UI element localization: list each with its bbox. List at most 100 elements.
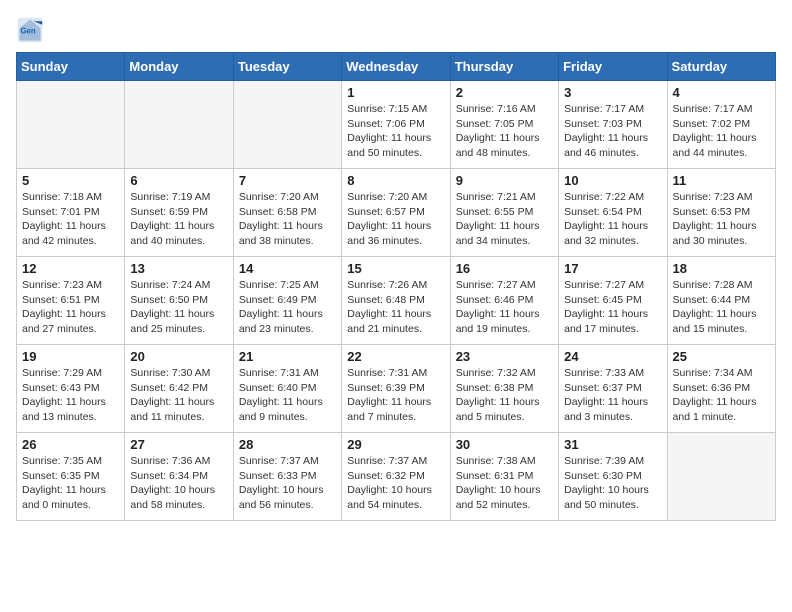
day-number: 14	[239, 261, 336, 276]
col-header-tuesday: Tuesday	[233, 53, 341, 81]
col-header-monday: Monday	[125, 53, 233, 81]
day-info: Sunrise: 7:31 AMSunset: 6:39 PMDaylight:…	[347, 366, 444, 425]
calendar-cell: 19 Sunrise: 7:29 AMSunset: 6:43 PMDayligh…	[17, 345, 125, 433]
calendar-cell	[233, 81, 341, 169]
day-info: Sunrise: 7:35 AMSunset: 6:35 PMDaylight:…	[22, 454, 119, 513]
col-header-sunday: Sunday	[17, 53, 125, 81]
page-header: Gen	[16, 16, 776, 44]
day-info: Sunrise: 7:21 AMSunset: 6:55 PMDaylight:…	[456, 190, 553, 249]
day-info: Sunrise: 7:39 AMSunset: 6:30 PMDaylight:…	[564, 454, 661, 513]
day-number: 24	[564, 349, 661, 364]
calendar-cell: 26 Sunrise: 7:35 AMSunset: 6:35 PMDayligh…	[17, 433, 125, 521]
day-number: 31	[564, 437, 661, 452]
day-info: Sunrise: 7:30 AMSunset: 6:42 PMDaylight:…	[130, 366, 227, 425]
calendar-cell: 28Sunrise: 7:37 AMSunset: 6:33 PMDayligh…	[233, 433, 341, 521]
day-info: Sunrise: 7:17 AMSunset: 7:02 PMDaylight:…	[673, 102, 770, 161]
day-number: 1	[347, 85, 444, 100]
day-number: 2	[456, 85, 553, 100]
day-info: Sunrise: 7:29 AMSunset: 6:43 PMDaylight:…	[22, 366, 119, 425]
day-number: 17	[564, 261, 661, 276]
day-info: Sunrise: 7:22 AMSunset: 6:54 PMDaylight:…	[564, 190, 661, 249]
calendar-cell: 4 Sunrise: 7:17 AMSunset: 7:02 PMDaylight…	[667, 81, 775, 169]
week-row: 12 Sunrise: 7:23 AMSunset: 6:51 PMDayligh…	[17, 257, 776, 345]
calendar-cell: 6 Sunrise: 7:19 AMSunset: 6:59 PMDaylight…	[125, 169, 233, 257]
calendar-cell: 21 Sunrise: 7:31 AMSunset: 6:40 PMDayligh…	[233, 345, 341, 433]
day-number: 7	[239, 173, 336, 188]
day-info: Sunrise: 7:38 AMSunset: 6:31 PMDaylight:…	[456, 454, 553, 513]
day-number: 10	[564, 173, 661, 188]
day-number: 9	[456, 173, 553, 188]
day-number: 26	[22, 437, 119, 452]
calendar-cell: 18 Sunrise: 7:28 AMSunset: 6:44 PMDayligh…	[667, 257, 775, 345]
calendar-cell: 25 Sunrise: 7:34 AMSunset: 6:36 PMDayligh…	[667, 345, 775, 433]
calendar-cell: 7Sunrise: 7:20 AMSunset: 6:58 PMDaylight…	[233, 169, 341, 257]
day-number: 4	[673, 85, 770, 100]
calendar-cell: 13 Sunrise: 7:24 AMSunset: 6:50 PMDayligh…	[125, 257, 233, 345]
calendar-cell: 14 Sunrise: 7:25 AMSunset: 6:49 PMDayligh…	[233, 257, 341, 345]
day-info: Sunrise: 7:32 AMSunset: 6:38 PMDaylight:…	[456, 366, 553, 425]
day-number: 3	[564, 85, 661, 100]
calendar-cell: 2Sunrise: 7:16 AMSunset: 7:05 PMDaylight…	[450, 81, 558, 169]
calendar-cell: 9 Sunrise: 7:21 AMSunset: 6:55 PMDaylight…	[450, 169, 558, 257]
calendar-cell: 3 Sunrise: 7:17 AMSunset: 7:03 PMDaylight…	[559, 81, 667, 169]
day-info: Sunrise: 7:37 AMSunset: 6:33 PMDaylight:…	[239, 454, 336, 513]
calendar-cell: 1 Sunrise: 7:15 AMSunset: 7:06 PMDaylight…	[342, 81, 450, 169]
day-number: 18	[673, 261, 770, 276]
day-info: Sunrise: 7:25 AMSunset: 6:49 PMDaylight:…	[239, 278, 336, 337]
week-row: 5Sunrise: 7:18 AMSunset: 7:01 PMDaylight…	[17, 169, 776, 257]
calendar-cell	[125, 81, 233, 169]
calendar-table: SundayMondayTuesdayWednesdayThursdayFrid…	[16, 52, 776, 521]
day-info: Sunrise: 7:36 AMSunset: 6:34 PMDaylight:…	[130, 454, 227, 513]
day-number: 12	[22, 261, 119, 276]
day-number: 23	[456, 349, 553, 364]
calendar-cell: 31 Sunrise: 7:39 AMSunset: 6:30 PMDayligh…	[559, 433, 667, 521]
calendar-cell: 16 Sunrise: 7:27 AMSunset: 6:46 PMDayligh…	[450, 257, 558, 345]
calendar-cell: 29Sunrise: 7:37 AMSunset: 6:32 PMDayligh…	[342, 433, 450, 521]
calendar-cell: 23 Sunrise: 7:32 AMSunset: 6:38 PMDayligh…	[450, 345, 558, 433]
day-info: Sunrise: 7:20 AMSunset: 6:57 PMDaylight:…	[347, 190, 444, 249]
day-info: Sunrise: 7:33 AMSunset: 6:37 PMDaylight:…	[564, 366, 661, 425]
day-info: Sunrise: 7:28 AMSunset: 6:44 PMDaylight:…	[673, 278, 770, 337]
day-number: 19	[22, 349, 119, 364]
day-info: Sunrise: 7:24 AMSunset: 6:50 PMDaylight:…	[130, 278, 227, 337]
day-info: Sunrise: 7:23 AMSunset: 6:51 PMDaylight:…	[22, 278, 119, 337]
calendar-cell: 27 Sunrise: 7:36 AMSunset: 6:34 PMDayligh…	[125, 433, 233, 521]
day-info: Sunrise: 7:26 AMSunset: 6:48 PMDaylight:…	[347, 278, 444, 337]
day-info: Sunrise: 7:34 AMSunset: 6:36 PMDaylight:…	[673, 366, 770, 425]
week-row: 26 Sunrise: 7:35 AMSunset: 6:35 PMDayligh…	[17, 433, 776, 521]
calendar-cell: 30Sunrise: 7:38 AMSunset: 6:31 PMDayligh…	[450, 433, 558, 521]
col-header-wednesday: Wednesday	[342, 53, 450, 81]
col-header-friday: Friday	[559, 53, 667, 81]
day-info: Sunrise: 7:18 AMSunset: 7:01 PMDaylight:…	[22, 190, 119, 249]
week-row: 1 Sunrise: 7:15 AMSunset: 7:06 PMDaylight…	[17, 81, 776, 169]
day-number: 16	[456, 261, 553, 276]
day-number: 13	[130, 261, 227, 276]
calendar-cell	[17, 81, 125, 169]
day-number: 11	[673, 173, 770, 188]
calendar-cell: 12 Sunrise: 7:23 AMSunset: 6:51 PMDayligh…	[17, 257, 125, 345]
calendar-cell: 8Sunrise: 7:20 AMSunset: 6:57 PMDaylight…	[342, 169, 450, 257]
day-info: Sunrise: 7:17 AMSunset: 7:03 PMDaylight:…	[564, 102, 661, 161]
calendar-cell: 20 Sunrise: 7:30 AMSunset: 6:42 PMDayligh…	[125, 345, 233, 433]
day-number: 25	[673, 349, 770, 364]
day-number: 21	[239, 349, 336, 364]
day-number: 27	[130, 437, 227, 452]
day-number: 29	[347, 437, 444, 452]
day-info: Sunrise: 7:15 AMSunset: 7:06 PMDaylight:…	[347, 102, 444, 161]
calendar-cell: 15Sunrise: 7:26 AMSunset: 6:48 PMDayligh…	[342, 257, 450, 345]
calendar-cell: 24 Sunrise: 7:33 AMSunset: 6:37 PMDayligh…	[559, 345, 667, 433]
logo: Gen	[16, 16, 48, 44]
day-info: Sunrise: 7:27 AMSunset: 6:46 PMDaylight:…	[456, 278, 553, 337]
day-number: 22	[347, 349, 444, 364]
calendar-cell	[667, 433, 775, 521]
day-info: Sunrise: 7:31 AMSunset: 6:40 PMDaylight:…	[239, 366, 336, 425]
day-info: Sunrise: 7:19 AMSunset: 6:59 PMDaylight:…	[130, 190, 227, 249]
day-number: 6	[130, 173, 227, 188]
calendar-cell: 10 Sunrise: 7:22 AMSunset: 6:54 PMDayligh…	[559, 169, 667, 257]
svg-text:Gen: Gen	[20, 27, 35, 36]
week-row: 19 Sunrise: 7:29 AMSunset: 6:43 PMDayligh…	[17, 345, 776, 433]
day-info: Sunrise: 7:27 AMSunset: 6:45 PMDaylight:…	[564, 278, 661, 337]
calendar-cell: 17 Sunrise: 7:27 AMSunset: 6:45 PMDayligh…	[559, 257, 667, 345]
col-header-thursday: Thursday	[450, 53, 558, 81]
day-number: 20	[130, 349, 227, 364]
